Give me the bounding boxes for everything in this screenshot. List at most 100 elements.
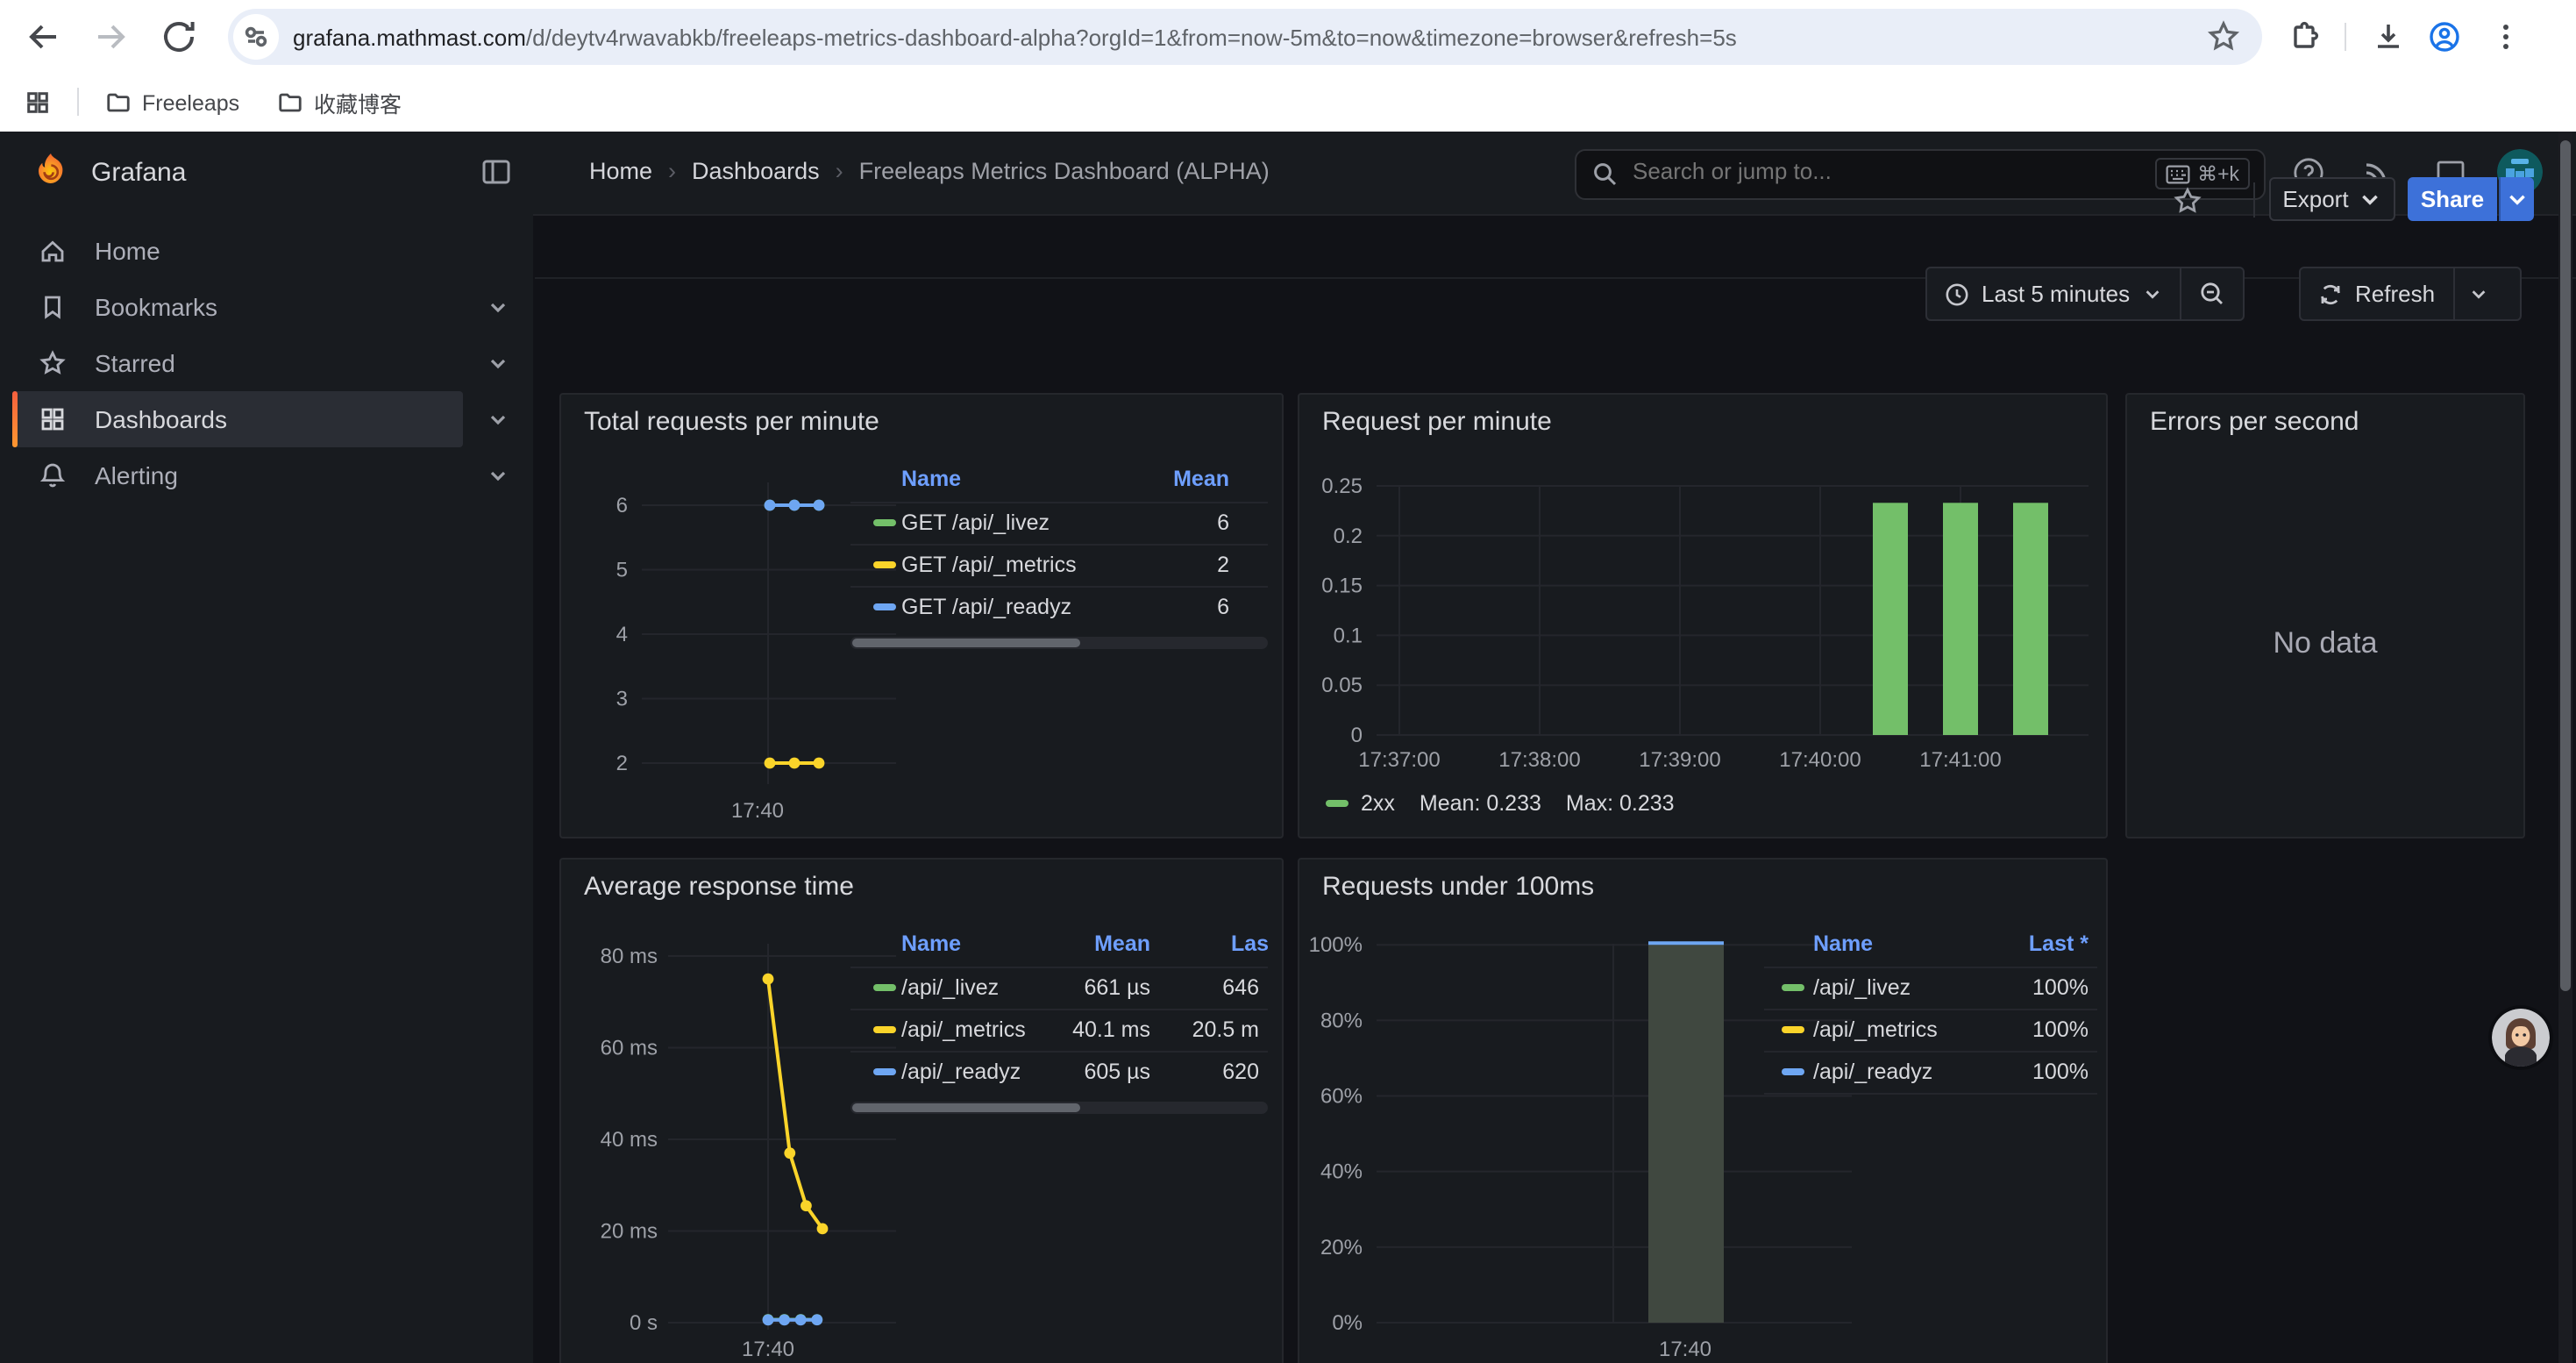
scrollbar-thumb[interactable] <box>852 1103 1080 1112</box>
legend-row[interactable]: GET /api/_readyz6 <box>850 586 1268 628</box>
sidebar-item-home[interactable]: Home <box>12 223 463 279</box>
search-box[interactable]: ⌘+k <box>1575 149 2266 200</box>
folder-icon <box>277 89 303 116</box>
forward-icon[interactable] <box>89 16 132 58</box>
series-value: 6 <box>1217 510 1229 535</box>
favorite-dashboard-icon[interactable] <box>2173 186 2202 216</box>
chevron-down-icon <box>2142 284 2161 303</box>
series-name[interactable]: /api/_readyz <box>1813 1060 1932 1084</box>
refresh-interval-dropdown[interactable] <box>2454 268 2501 319</box>
svg-text:17:40:00: 17:40:00 <box>1779 748 1861 772</box>
svg-text:60 ms: 60 ms <box>601 1037 658 1060</box>
legend-row[interactable]: /api/_metrics40.1 ms20.5 m <box>850 1009 1268 1051</box>
breadcrumb-dashboards[interactable]: Dashboards <box>692 158 820 184</box>
toolbar-divider <box>2345 23 2346 51</box>
series-value: 100% <box>2032 1060 2089 1084</box>
reload-icon[interactable] <box>158 16 200 58</box>
legend-table: NameLast */api/_livez100%/api/_metrics10… <box>1764 923 2097 1095</box>
sidebar-item-alerting[interactable]: Alerting <box>12 447 463 503</box>
panel-title[interactable]: Errors per second <box>2150 407 2359 437</box>
sidebar-expand-starred[interactable] <box>477 335 519 391</box>
sidebar-expand-dashboards[interactable] <box>477 391 519 447</box>
grafana-logo[interactable] <box>30 151 72 193</box>
svg-text:4: 4 <box>616 623 628 646</box>
menu-kebab-icon[interactable] <box>2488 19 2523 54</box>
refresh-label: Refresh <box>2355 281 2435 307</box>
legend-row[interactable]: GET /api/_livez 6 <box>850 502 1268 544</box>
legend-row[interactable]: GET /api/_metrics2 <box>850 544 1268 586</box>
svg-text:60%: 60% <box>1320 1085 1363 1109</box>
legend-scrollbar[interactable] <box>850 637 1268 649</box>
legend-column-header[interactable]: Name <box>901 931 961 956</box>
download-icon[interactable] <box>2371 19 2406 54</box>
series-name[interactable]: /api/_livez <box>901 975 999 1000</box>
sidebar-expand-bookmarks[interactable] <box>477 279 519 335</box>
chevron-down-icon <box>487 465 509 486</box>
sidebar-item-dashboards[interactable]: Dashboards <box>12 391 463 447</box>
series-name[interactable]: /api/_metrics <box>901 1017 1026 1042</box>
chevron-down-icon <box>487 296 509 318</box>
legend-row[interactable]: /api/_metrics100% <box>1764 1009 2097 1051</box>
bookmark-star-icon[interactable] <box>2206 19 2241 54</box>
share-dropdown-button[interactable] <box>2499 177 2534 221</box>
url-bar[interactable]: grafana.mathmast.com/d/deytv4rwavabkb/fr… <box>228 9 2262 65</box>
series-name[interactable]: /api/_readyz <box>901 1060 1021 1084</box>
apps-grid-icon[interactable] <box>25 86 51 119</box>
svg-text:17:40: 17:40 <box>1659 1338 1711 1361</box>
panel-requests-under-100ms: Requests under 100ms 100%80%60%40%20%0%1… <box>1298 858 2108 1363</box>
sidebar-item-bookmarks[interactable]: Bookmarks <box>12 279 463 335</box>
time-range-picker[interactable]: Last 5 minutes <box>1927 268 2179 319</box>
legend-column-header[interactable]: Las <box>1231 931 1268 956</box>
scrollbar-thumb[interactable] <box>2560 140 2571 991</box>
svg-text:0.25: 0.25 <box>1321 475 1363 498</box>
legend-row[interactable]: /api/_livez661 µs646 <box>850 967 1268 1009</box>
legend-series-2xx[interactable]: 2xx <box>1326 791 1395 816</box>
svg-text:40%: 40% <box>1320 1160 1363 1184</box>
svg-text:17:40: 17:40 <box>731 799 784 823</box>
series-name[interactable]: /api/_metrics <box>1813 1017 1938 1042</box>
breadcrumb-home[interactable]: Home <box>589 158 652 184</box>
sidebar: Home Bookmarks Starred <box>0 214 533 1363</box>
legend-row[interactable]: /api/_readyz605 µs620 <box>850 1051 1268 1093</box>
legend-row[interactable]: /api/_livez100% <box>1764 967 2097 1009</box>
page-scrollbar[interactable] <box>2558 132 2572 1363</box>
series-name[interactable]: /api/_livez <box>1813 975 1911 1000</box>
series-name[interactable]: GET /api/_metrics <box>901 553 1077 577</box>
svg-text:20%: 20% <box>1320 1236 1363 1260</box>
profile-icon[interactable] <box>2427 19 2462 54</box>
refresh-button[interactable]: Refresh <box>2301 268 2452 319</box>
legend-column-header[interactable]: Mean <box>1094 931 1150 956</box>
sidebar-expand-alerting[interactable] <box>477 447 519 503</box>
site-settings-icon[interactable] <box>233 14 279 60</box>
refresh-controls: Refresh <box>2299 267 2522 321</box>
series-name[interactable]: GET /api/_livez <box>901 510 1050 535</box>
sidebar-item-starred[interactable]: Starred <box>12 335 463 391</box>
home-icon <box>39 237 67 265</box>
extensions-icon[interactable] <box>2287 19 2322 54</box>
sidebar-item-label: Starred <box>95 349 175 377</box>
legend-scrollbar[interactable] <box>850 1102 1268 1114</box>
legend-row[interactable]: /api/_readyz 100% <box>1764 1051 2097 1095</box>
bookmark-label: Freeleaps <box>142 90 239 115</box>
series-swatch <box>1782 984 1804 991</box>
floating-assistant-avatar[interactable] <box>2492 1009 2550 1067</box>
zoom-out-button[interactable] <box>2181 268 2242 319</box>
star-icon <box>39 349 67 377</box>
svg-text:100%: 100% <box>1309 933 1363 957</box>
legend-column-header[interactable]: Name <box>901 467 961 491</box>
bookmark-folder-freeleaps[interactable]: Freeleaps <box>105 86 239 119</box>
series-name[interactable]: GET /api/_readyz <box>901 595 1071 619</box>
legend-column-header[interactable]: Name <box>1813 931 1873 956</box>
series-swatch <box>873 1068 896 1075</box>
scrollbar-thumb[interactable] <box>852 639 1080 647</box>
share-button[interactable]: Share <box>2408 177 2497 221</box>
search-input[interactable] <box>1629 156 2074 186</box>
export-button[interactable]: Export <box>2269 177 2395 221</box>
bookmark-folder-blogs[interactable]: 收藏博客 <box>277 86 402 119</box>
sidebar-toggle-icon[interactable] <box>480 156 512 188</box>
back-icon[interactable] <box>23 16 65 58</box>
svg-text:0.2: 0.2 <box>1334 525 1363 548</box>
legend-column-header[interactable]: Mean <box>1173 467 1229 491</box>
svg-text:17:37:00: 17:37:00 <box>1358 748 1440 772</box>
legend-column-header[interactable]: Last * <box>2029 931 2089 956</box>
